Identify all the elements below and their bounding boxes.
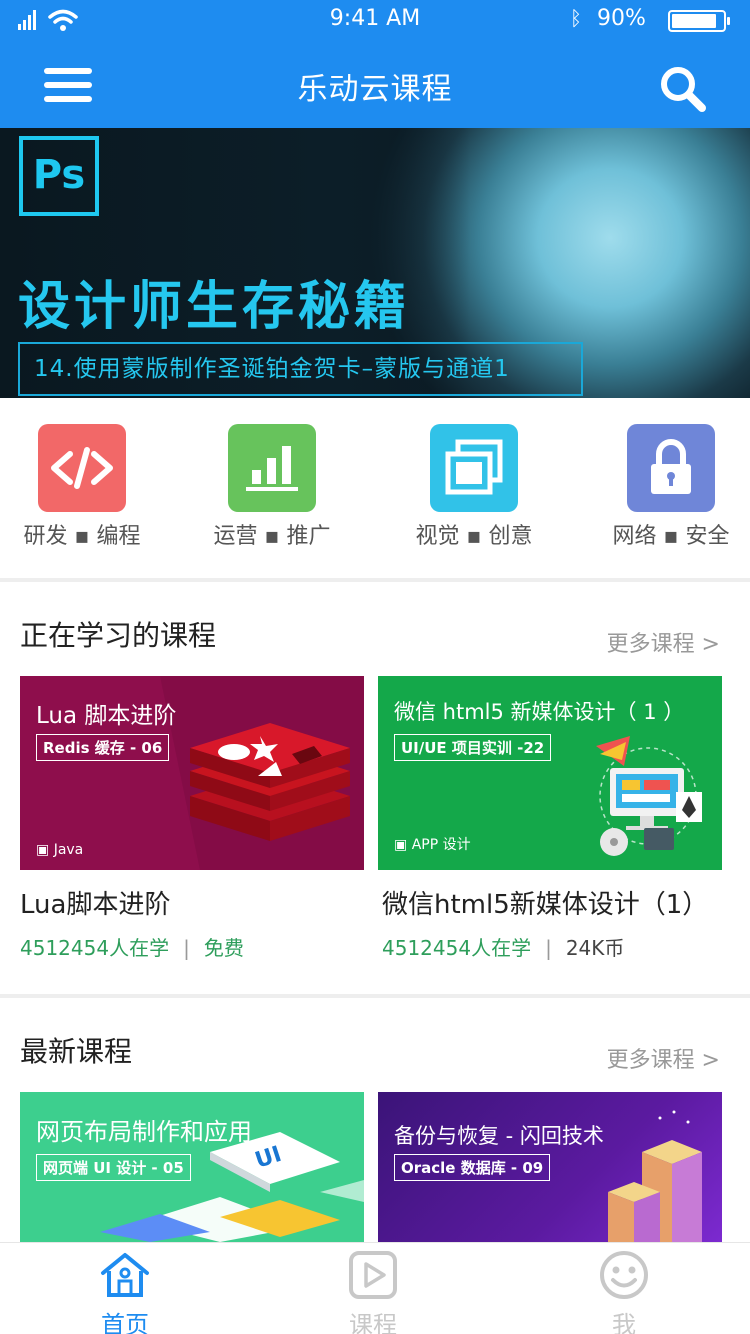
app-title: 乐动云课程 [297, 72, 453, 107]
course-price: 免费 [203, 936, 244, 960]
category-label: 研发 ▪ 编程 [23, 524, 141, 549]
course-image-tag: UI/UE 项目实训 -22 [394, 734, 552, 761]
course-image-tag: Oracle 数据库 - 09 [394, 1154, 551, 1181]
code-icon [38, 424, 126, 512]
tab-label: 首页 [101, 1311, 149, 1334]
learner-count: 4512454人在学 [382, 936, 532, 960]
category-security[interactable]: 网络 ▪ 安全 [606, 424, 736, 550]
course-title[interactable]: Lua脚本进阶 [20, 884, 170, 921]
course-image-caption: 微信 html5 新媒体设计（ 1 ） [394, 700, 685, 724]
smiley-icon [600, 1251, 648, 1299]
category-visual[interactable]: 视觉 ▪ 创意 [412, 424, 536, 550]
course-title[interactable]: 微信html5新媒体设计（1） [382, 884, 708, 921]
learning-section-title: 正在学习的课程 [20, 619, 217, 652]
bar-chart-icon [228, 424, 316, 512]
banner-subtitle: 14.使用蒙版制作圣诞铂金贺卡–蒙版与通道1 [18, 342, 583, 396]
tab-home[interactable]: 首页 [65, 1249, 185, 1334]
section-divider [0, 578, 750, 582]
battery-percent: 90% [597, 6, 646, 31]
category-grid: 研发 ▪ 编程 运营 ▪ 推广 视觉 ▪ 创意 网络 ▪ 安全 [0, 398, 750, 578]
course-image-footer: ▣ APP 设计 [394, 837, 471, 853]
tab-courses[interactable]: 课程 [313, 1249, 433, 1334]
category-label: 视觉 ▪ 创意 [415, 524, 533, 549]
learning-more-link[interactable]: 更多课程 > [607, 626, 720, 658]
course-card-image[interactable]: 备份与恢复 - 闪回技术 Oracle 数据库 - 09 [378, 1092, 722, 1242]
layers-icon [430, 424, 518, 512]
tab-label: 我 [612, 1311, 636, 1334]
course-card-image[interactable]: Lua 脚本进阶 Redis 缓存 - 06 ▣ Java [20, 676, 364, 870]
category-dev[interactable]: 研发 ▪ 编程 [20, 424, 144, 550]
banner-headline: 设计师生存秘籍 [18, 276, 411, 337]
course-card-image[interactable]: 微信 html5 新媒体设计（ 1 ） UI/UE 项目实训 -22 ▣ APP… [378, 676, 722, 870]
course-image-tag: Redis 缓存 - 06 [36, 734, 170, 761]
course-image-caption: 备份与恢复 - 闪回技术 [394, 1124, 604, 1148]
bottom-tab-bar: 首页 课程 我 [0, 1242, 750, 1334]
photoshop-logo: Ps [19, 136, 99, 216]
category-label: 网络 ▪ 安全 [612, 524, 730, 549]
category-marketing[interactable]: 运营 ▪ 推广 [210, 424, 334, 550]
latest-more-link[interactable]: 更多课程 > [607, 1042, 720, 1074]
course-card-image[interactable]: UI 网页布局制作和应用 网页端 UI 设计 - 05 [20, 1092, 364, 1242]
play-icon [349, 1251, 397, 1299]
learner-count: 4512454人在学 [20, 936, 170, 960]
lock-icon [627, 424, 715, 512]
latest-section-title: 最新课程 [20, 1035, 133, 1068]
tab-me[interactable]: 我 [564, 1249, 684, 1334]
bluetooth-icon: ᛒ [570, 6, 582, 30]
course-meta: 4512454人在学 | 免费 [20, 936, 244, 960]
category-label: 运营 ▪ 推广 [213, 524, 331, 549]
section-divider [0, 994, 750, 998]
status-bar: 9:41 AM ᛒ 90% [0, 0, 750, 40]
battery-icon [668, 10, 730, 32]
course-image-tag: 网页端 UI 设计 - 05 [36, 1154, 191, 1181]
nav-bar: 乐动云课程 [0, 40, 750, 128]
course-image-footer: ▣ Java [36, 842, 84, 858]
course-image-caption: 网页布局制作和应用 [36, 1118, 252, 1146]
tab-label: 课程 [349, 1311, 397, 1334]
search-icon[interactable] [658, 64, 708, 114]
course-meta: 4512454人在学 | 24K币 [382, 936, 625, 960]
home-icon [101, 1253, 149, 1297]
course-image-caption: Lua 脚本进阶 [36, 703, 177, 729]
course-price: 24K币 [565, 936, 625, 960]
promo-banner[interactable]: Ps 设计师生存秘籍 14.使用蒙版制作圣诞铂金贺卡–蒙版与通道1 [0, 128, 750, 398]
